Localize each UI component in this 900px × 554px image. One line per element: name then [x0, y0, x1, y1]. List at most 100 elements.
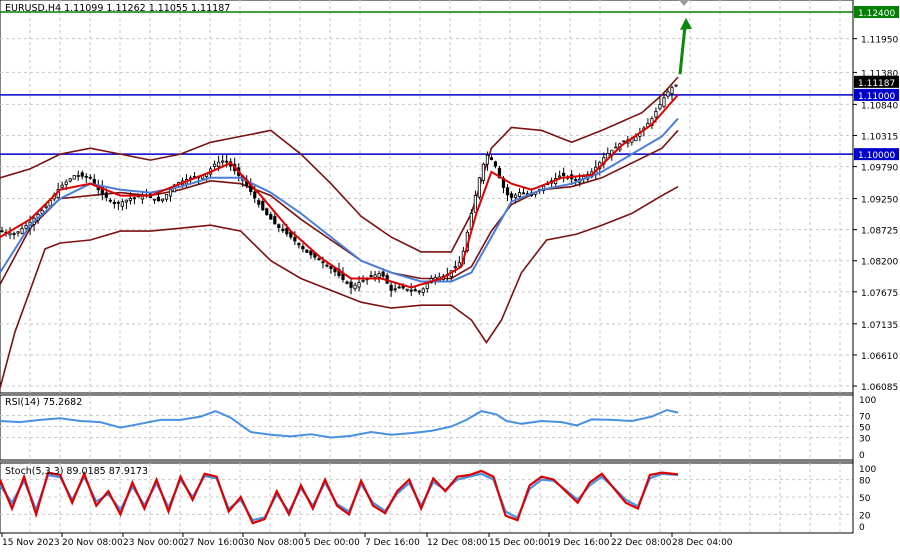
y-tick-label: 1.07135	[861, 321, 898, 331]
candle-body	[658, 103, 662, 110]
rsi-tick-label: 30	[859, 435, 871, 445]
candle-body	[297, 243, 301, 246]
candle-body	[509, 193, 514, 198]
price-panel-title: EURUSD,H4 1.11099 1.11262 1.11055 1.1118…	[5, 3, 230, 14]
stoch-tick-label: 20	[859, 511, 871, 521]
candle-body	[317, 258, 321, 261]
rsi-panel-title: RSI(14) 75.2682	[5, 397, 82, 408]
candle-body	[76, 175, 80, 177]
candle-body	[662, 97, 666, 107]
candle-body	[44, 205, 48, 208]
y-tick-label: 1.10315	[861, 132, 898, 142]
stoch-panel-title: Stoch(5,3,3) 89.0185 87.9173	[5, 466, 148, 477]
candle-body	[168, 189, 173, 197]
y-tick-label: 1.07675	[861, 289, 898, 299]
x-tick-label: 5 Dec 00:00	[305, 538, 360, 548]
rsi-tick-label: 100	[859, 396, 876, 406]
candle-body	[104, 192, 108, 198]
candle-body	[485, 154, 490, 165]
candle-body	[72, 175, 76, 180]
candle-body	[265, 208, 269, 215]
x-tick-label: 20 Nov 08:00	[62, 538, 123, 548]
candle-body	[321, 261, 325, 264]
candle-body	[221, 160, 225, 163]
candle-body	[614, 146, 618, 149]
candle-body	[108, 199, 112, 202]
candle-body	[273, 216, 277, 225]
candle-body	[217, 161, 221, 167]
candle-body	[301, 246, 305, 250]
candle-body	[24, 225, 28, 229]
candle-body	[453, 266, 457, 269]
x-tick-label: 22 Dec 08:00	[611, 538, 672, 548]
candle-body	[8, 232, 12, 236]
candle-body	[261, 200, 265, 211]
candle-body	[120, 201, 124, 207]
candle-body	[389, 284, 393, 291]
candle-body	[421, 288, 425, 293]
candle-body	[473, 195, 478, 213]
x-tick-label: 15 Dec 00:00	[489, 538, 550, 548]
x-tick-label: 15 Nov 2023	[2, 538, 60, 548]
y-tick-label: 1.08200	[861, 258, 898, 268]
candle-body	[373, 274, 377, 278]
y-tick-label: 1.11950	[861, 36, 898, 46]
candle-body	[68, 178, 72, 182]
candle-body	[481, 163, 486, 181]
candle-body	[20, 228, 24, 234]
candle-body	[0, 230, 4, 233]
candle-body	[558, 175, 562, 178]
candle-body	[164, 194, 169, 200]
candle-body	[505, 187, 510, 196]
candle-body	[513, 194, 518, 198]
candle-body	[257, 200, 261, 205]
candle-body	[253, 191, 257, 199]
candle-body	[116, 201, 120, 204]
candle-body	[325, 264, 329, 267]
candle-body	[88, 176, 92, 179]
y-tick-label: 1.06610	[861, 352, 898, 362]
panel-frame	[0, 394, 854, 461]
candle-body	[64, 181, 68, 185]
rsi-tick-label: 0	[859, 451, 865, 461]
candle-body	[305, 249, 309, 253]
candle-body	[128, 198, 132, 201]
candle-body	[345, 281, 349, 284]
level-label-1.11000: 1.11000	[858, 92, 895, 102]
candle-body	[413, 289, 417, 292]
candle-body	[329, 265, 333, 270]
candle-body	[92, 178, 96, 185]
candle-body	[112, 201, 116, 205]
candle-body	[409, 289, 413, 292]
current-price-label: 1.11187	[858, 79, 895, 89]
chart-canvas: 1.119501.113801.108401.103151.097901.092…	[0, 0, 900, 554]
candle-body	[457, 262, 461, 267]
level-label-1.12400: 1.12400	[858, 9, 895, 19]
x-tick-label: 30 Nov 08:00	[243, 538, 304, 548]
candle-body	[477, 177, 482, 198]
candle-body	[369, 274, 373, 277]
candle-body	[381, 271, 385, 277]
candle-body	[666, 91, 670, 97]
candle-body	[674, 84, 678, 87]
level-label-1.10000: 1.10000	[858, 151, 895, 161]
candle-body	[622, 140, 626, 143]
candle-body	[349, 281, 353, 288]
candle-body	[152, 198, 157, 201]
candle-body	[353, 284, 357, 290]
candle-body	[80, 172, 84, 177]
x-tick-label: 7 Dec 16:00	[365, 538, 420, 548]
candle-body	[489, 157, 494, 161]
y-tick-label: 1.06085	[861, 383, 898, 393]
candle-body	[156, 196, 161, 202]
y-tick-label: 1.09250	[861, 196, 898, 206]
candle-body	[517, 192, 522, 197]
candle-body	[405, 288, 409, 291]
y-tick-label: 1.09790	[861, 164, 898, 174]
rsi-tick-label: 70	[859, 413, 871, 423]
candle-body	[213, 163, 217, 167]
candle-body	[361, 279, 365, 282]
candle-body	[574, 178, 578, 181]
candle-body	[670, 87, 674, 94]
candle-body	[16, 231, 20, 234]
